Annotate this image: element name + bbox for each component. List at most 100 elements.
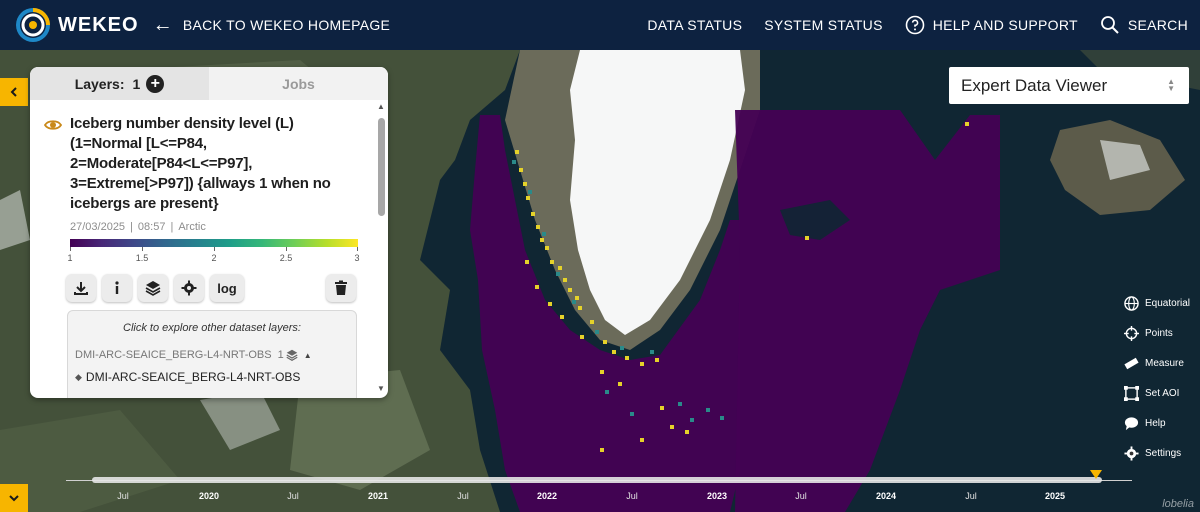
panel-tabs: Layers: 1 + Jobs — [30, 67, 388, 100]
download-icon — [74, 282, 88, 295]
chevron-left-icon — [10, 87, 17, 97]
dataset-explorer: Click to explore other dataset layers: D… — [67, 310, 357, 398]
timeline-label: 2023 — [706, 491, 728, 501]
colorbar-label: 2 — [211, 253, 217, 263]
info-button[interactable] — [102, 274, 132, 302]
gear-icon — [1124, 445, 1139, 461]
diamond-icon: ◆ — [75, 371, 82, 382]
back-label: BACK TO WEKEO HOMEPAGE — [182, 17, 391, 33]
select-arrows-icon: ▲ ▼ — [1167, 77, 1175, 93]
layer-region: Arctic — [178, 221, 206, 233]
time-slider[interactable]: Jul 2020 Jul 2021 Jul 2022 Jul 2023 Jul … — [0, 470, 1200, 512]
aoi-icon — [1124, 385, 1139, 401]
layer-header: Iceberg number density level (L) (1=Norm… — [44, 114, 340, 214]
map-attribution: lobelia — [1162, 498, 1194, 510]
collapse-panel-button[interactable] — [0, 78, 28, 106]
colorbar-label: 2.5 — [279, 253, 293, 263]
explore-hint: Click to explore other dataset layers: — [123, 322, 301, 334]
viewer-mode-select[interactable]: Expert Data Viewer ▲ ▼ — [949, 67, 1189, 104]
system-status-link[interactable]: SYSTEM STATUS — [764, 17, 883, 33]
help-and-support-link[interactable]: HELP AND SUPPORT — [905, 15, 1078, 35]
dataset-row[interactable]: DMI-ARC-SEAICE_BERG-L4-NRT-OBS 1 ▲ — [75, 349, 312, 361]
points-button[interactable]: Points — [1124, 318, 1190, 348]
wekeo-logo[interactable]: WEKEO — [14, 6, 139, 44]
layer-settings-button[interactable] — [174, 274, 204, 302]
timeline-label: 2022 — [536, 491, 558, 501]
timeline-label: Jul — [117, 491, 129, 501]
layer-title: Iceberg number density level (L) (1=Norm… — [70, 115, 331, 212]
projection-equatorial-button[interactable]: Equatorial — [1124, 288, 1190, 318]
layers-button[interactable] — [138, 274, 168, 302]
settings-label: Settings — [1145, 447, 1182, 459]
layer-time: 08:57 — [137, 221, 166, 233]
logo-text: WEKEO — [58, 13, 139, 36]
log-scale-button[interactable]: log — [210, 274, 244, 302]
colorbar-tick — [70, 247, 71, 251]
download-button[interactable] — [66, 274, 96, 302]
colorbar-tick — [357, 247, 358, 251]
jobs-tab-label: Jobs — [282, 75, 315, 92]
dataset-name: DMI-ARC-SEAICE_BERG-L4-NRT-OBS — [75, 349, 272, 361]
colorbar-label: 3 — [354, 253, 360, 263]
timeline-label: Jul — [457, 491, 469, 501]
set-aoi-label: Set AOI — [1145, 387, 1180, 399]
colorbar-label: 1.5 — [135, 253, 149, 263]
timeline-label: 2021 — [367, 491, 389, 501]
wekeo-logo-icon — [14, 6, 52, 44]
help-label: Help — [1145, 417, 1166, 429]
add-layer-icon[interactable]: + — [146, 74, 165, 93]
layer-tools: log — [66, 274, 356, 302]
timeline-current-handle[interactable] — [1090, 470, 1102, 479]
back-to-homepage-link[interactable]: ← BACK TO WEKEO HOMEPAGE — [153, 15, 391, 35]
sublayer-row[interactable]: ◆ DMI-ARC-SEAICE_BERG-L4-NRT-OBS — [75, 370, 300, 384]
layers-stack-icon — [286, 349, 298, 361]
ruler-icon — [1124, 357, 1139, 369]
timeline-range[interactable] — [92, 477, 1102, 483]
help-button[interactable]: Help — [1124, 408, 1190, 438]
settings-button[interactable]: Settings — [1124, 438, 1190, 468]
timeline-label: Jul — [287, 491, 299, 501]
layers-icon — [145, 281, 161, 296]
search-link[interactable]: SEARCH — [1100, 15, 1188, 35]
map-tools: Equatorial Points Measure Set AOI Help S… — [1124, 288, 1190, 468]
scroll-down-icon[interactable]: ▼ — [376, 384, 386, 394]
panel-scrollbar[interactable]: ▲ ▼ — [376, 102, 386, 396]
measure-label: Measure — [1145, 357, 1184, 369]
help-and-support-label: HELP AND SUPPORT — [932, 17, 1078, 33]
data-status-link[interactable]: DATA STATUS — [647, 17, 742, 33]
viewer-mode-value: Expert Data Viewer — [961, 75, 1108, 95]
timeline-label: Jul — [626, 491, 638, 501]
timeline-label: 2025 — [1044, 491, 1066, 501]
top-nav-links: DATA STATUS SYSTEM STATUS HELP AND SUPPO… — [625, 15, 1188, 35]
layers-count: 1 — [132, 75, 141, 92]
delete-layer-button[interactable] — [326, 274, 356, 302]
globe-icon — [1124, 295, 1139, 311]
dataset-layer-count: 1 — [277, 349, 284, 361]
tab-layers[interactable]: Layers: 1 + — [30, 67, 209, 100]
scroll-thumb[interactable] — [378, 118, 385, 216]
layer-list[interactable]: Iceberg number density level (L) (1=Norm… — [30, 100, 376, 398]
scroll-up-icon[interactable]: ▲ — [376, 102, 386, 112]
timeline-label: Jul — [795, 491, 807, 501]
search-label: SEARCH — [1127, 17, 1188, 33]
data-status-label: DATA STATUS — [647, 17, 743, 33]
layer-date: 27/03/2025 — [70, 221, 126, 233]
colorbar-tick — [214, 247, 215, 251]
points-label: Points — [1145, 327, 1173, 339]
measure-button[interactable]: Measure — [1124, 348, 1190, 378]
timeline-label: Jul — [965, 491, 977, 501]
timeline-label: 2024 — [875, 491, 897, 501]
layers-tab-label: Layers: — [74, 75, 125, 92]
sublayer-name: DMI-ARC-SEAICE_BERG-L4-NRT-OBS — [85, 370, 301, 384]
system-status-label: SYSTEM STATUS — [764, 17, 883, 33]
crosshair-icon — [1124, 325, 1139, 341]
tab-jobs[interactable]: Jobs — [209, 67, 388, 100]
trash-icon — [335, 280, 347, 295]
set-aoi-button[interactable]: Set AOI — [1124, 378, 1190, 408]
equatorial-label: Equatorial — [1145, 297, 1191, 309]
caret-up-icon: ▲ — [303, 350, 312, 360]
eye-icon[interactable] — [44, 116, 62, 134]
legend-colorbar — [70, 239, 358, 247]
search-icon — [1100, 16, 1119, 34]
layer-metadata: 27/03/2025 | 08:57 | Arctic — [70, 221, 206, 233]
